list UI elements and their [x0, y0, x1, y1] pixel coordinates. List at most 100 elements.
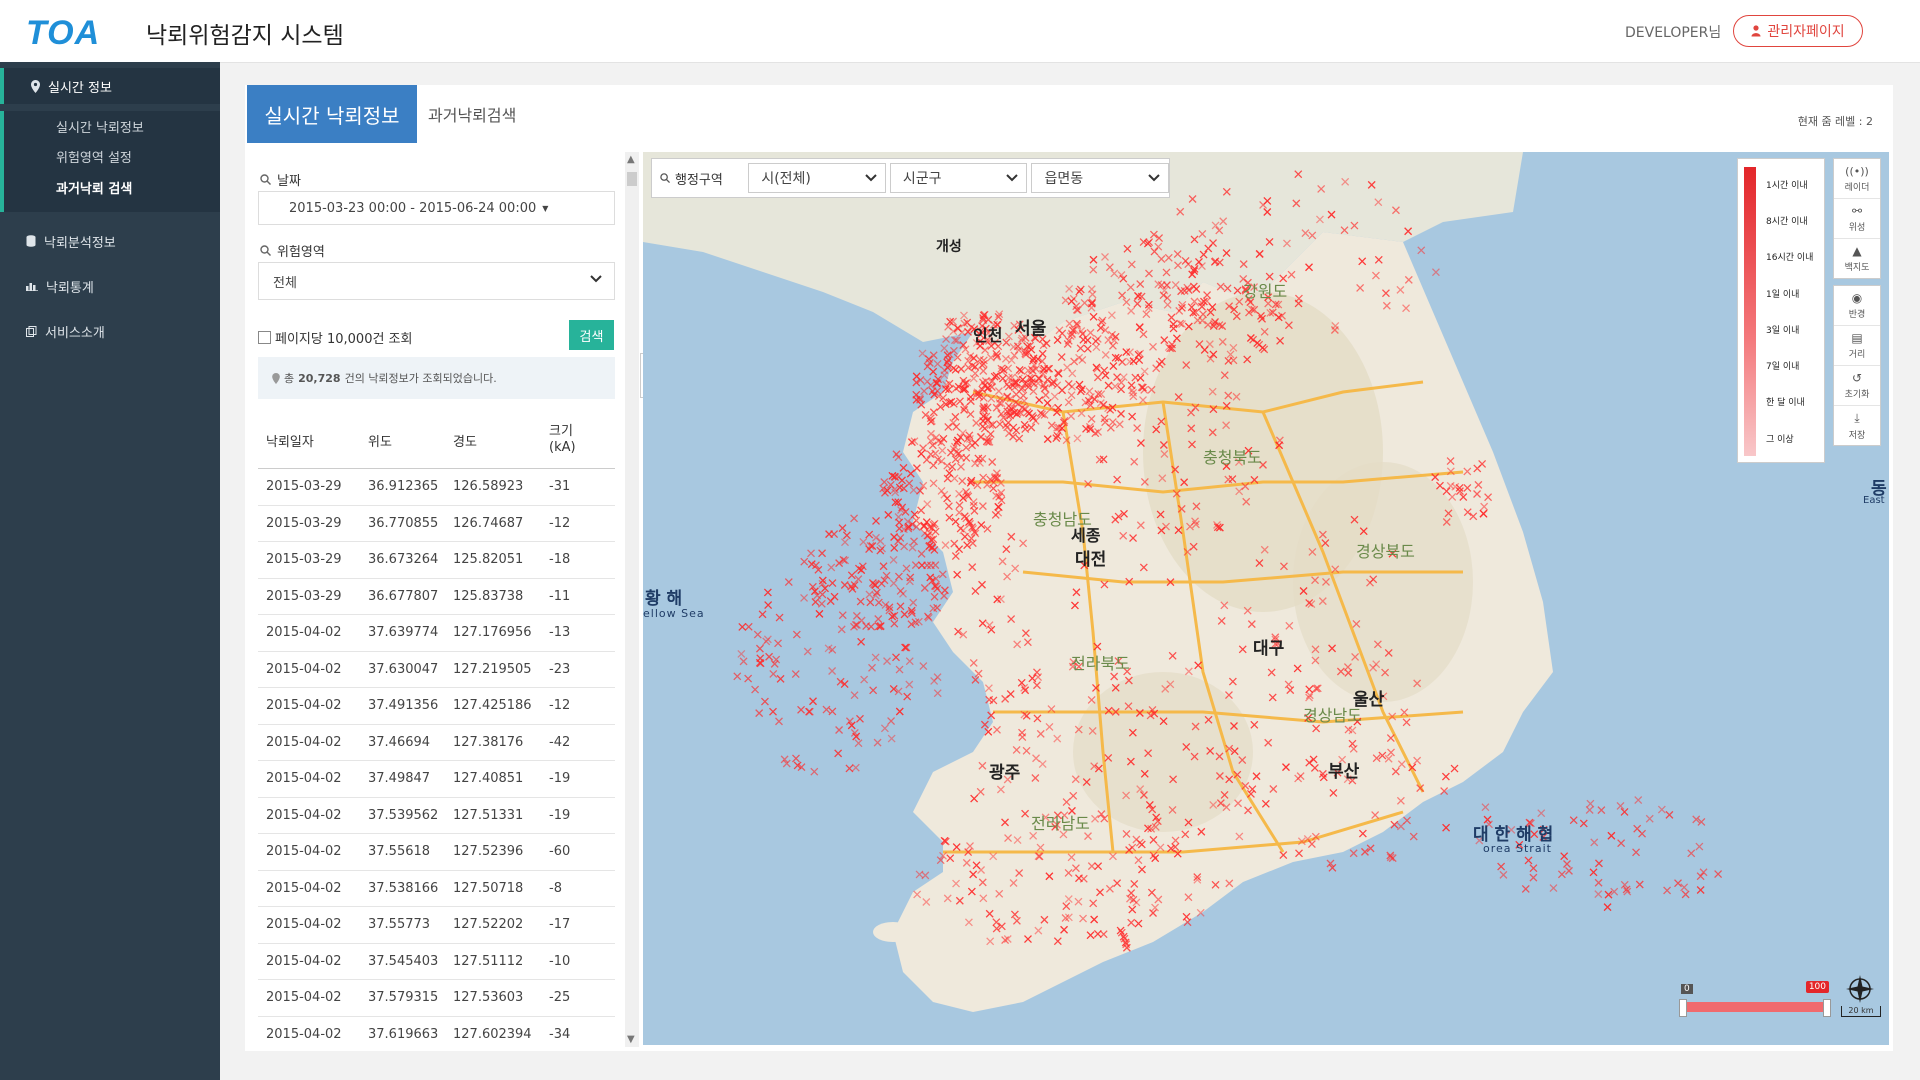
sidebar-item-realtime[interactable]: 실시간 정보 [0, 68, 220, 104]
cell-longitude: 127.602394 [453, 1026, 532, 1042]
sidebar-subitem-label: 과거낙뢰 검색 [56, 182, 133, 197]
page-size-option[interactable]: 페이지당 10,000건 조회 [258, 328, 412, 347]
cell-longitude: 125.82051 [453, 552, 524, 568]
col-size-label: 크기 [549, 424, 573, 439]
scale-label: 20 km [1848, 1006, 1874, 1015]
admin-region-label-row: 행정구역 [652, 169, 744, 188]
table-row[interactable]: 2015-04-02 37.538166 127.50718 -8 [258, 871, 615, 907]
sidebar-item-label: 낙뢰통계 [46, 280, 94, 296]
table-row[interactable]: 2015-03-29 36.912365 126.58923 -31 [258, 469, 615, 506]
table-row[interactable]: 2015-04-02 37.545403 127.51112 -10 [258, 944, 615, 980]
cell-date: 2015-03-29 [266, 479, 342, 495]
tab-realtime-lightning[interactable]: 실시간 낙뢰정보 [247, 85, 417, 143]
sidebar-item-intro[interactable]: 서비스소개 [0, 313, 220, 349]
table-row[interactable]: 2015-04-02 37.539562 127.51331 -19 [258, 798, 615, 834]
slider-handle-left[interactable] [1679, 999, 1687, 1017]
panel-scrollbar[interactable]: ▲ ▼ [625, 152, 639, 1047]
save-button[interactable]: ⤓ 저장 [1834, 406, 1880, 445]
sidebar-item-analysis[interactable]: 낙뢰분석정보 [0, 223, 220, 259]
table-row[interactable]: 2015-04-02 37.46694 127.38176 -42 [258, 725, 615, 761]
sidebar-item-realtime-lightning[interactable]: 실시간 낙뢰정보 [0, 111, 220, 141]
date-range-value: 2015-03-23 00:00 - 2015-06-24 00:00 [289, 200, 537, 216]
main-content: 실시간 낙뢰정보 과거낙뢰검색 현재 줌 레벨 : 2 날짜 2015-03-2… [245, 85, 1893, 1051]
table-row[interactable]: 2015-03-29 36.673264 125.82051 -18 [258, 542, 615, 579]
search-panel: 날짜 2015-03-23 00:00 - 2015-06-24 00:00 ▼… [247, 152, 617, 1047]
distance-label: 거리 [1848, 350, 1866, 360]
sidebar-item-stats[interactable]: 낙뢰통계 [0, 268, 220, 304]
reset-button[interactable]: ↺ 초기화 [1834, 366, 1880, 406]
blank-map-button[interactable]: ▲ 백지도 [1834, 239, 1880, 278]
date-range-picker[interactable]: 2015-03-23 00:00 - 2015-06-24 00:00 ▼ [258, 191, 615, 225]
intensity-slider[interactable]: 0 100 [1679, 981, 1831, 1024]
search-button[interactable]: 검색 [569, 320, 614, 350]
chevron-down-icon [590, 275, 602, 283]
search-icon [660, 173, 670, 183]
sigungu-select[interactable]: 시군구 [889, 163, 1028, 193]
cell-latitude: 37.491356 [368, 698, 439, 714]
risk-area-value: 전체 [273, 275, 297, 291]
city-label-daegu: 대구 [1253, 639, 1285, 659]
sidebar: 실시간 정보 실시간 낙뢰정보 위험영역 설정 과거낙뢰 검색 낙뢰분석정보 낙… [0, 62, 220, 1080]
radar-button[interactable]: ((•)) 레이더 [1834, 159, 1880, 199]
sidebar-item-past-search[interactable]: 과거낙뢰 검색 [0, 171, 220, 212]
slider-handle-right[interactable] [1823, 999, 1831, 1017]
radius-label: 반경 [1848, 310, 1866, 320]
cell-latitude: 36.912365 [368, 479, 439, 495]
tab-past-search[interactable]: 과거낙뢰검색 [428, 85, 516, 143]
col-lat-header[interactable]: 위도 [368, 431, 453, 450]
logo[interactable]: TOA [26, 14, 100, 53]
city-label-busan: 부산 [1328, 762, 1360, 782]
lightning-map[interactable]: 개성 인천 서울 세종 대전 대구 광주 울산 부산 강원도 충청북도 충청남도… [643, 152, 1889, 1045]
cell-date: 2015-03-29 [266, 515, 342, 531]
table-row[interactable]: 2015-03-29 36.770855 126.74687 -12 [258, 506, 615, 542]
table-row[interactable]: 2015-04-02 37.579315 127.53603 -25 [258, 980, 615, 1017]
col-lon-header[interactable]: 경도 [453, 431, 546, 450]
city-label-gwangju: 광주 [989, 763, 1021, 783]
table-body: 2015-03-29 36.912365 126.58923 -31 2015-03-2… [258, 469, 615, 1047]
cell-size: -18 [549, 552, 571, 568]
table-row[interactable]: 2015-04-02 37.55773 127.52202 -17 [258, 907, 615, 944]
col-date-header[interactable]: 낙뢰일자 [258, 431, 368, 450]
table-row[interactable]: 2015-04-02 37.639774 127.176956 -13 [258, 615, 615, 652]
sido-select[interactable]: 시(전체) [748, 163, 886, 193]
navigation-icon: ▲ [1852, 244, 1862, 258]
cell-latitude: 37.538166 [368, 880, 439, 896]
cell-date: 2015-04-02 [266, 771, 342, 787]
table-row[interactable]: 2015-04-02 37.491356 127.425186 -12 [258, 688, 615, 725]
risk-area-select[interactable]: 전체 [258, 262, 615, 300]
legend-item: 16시간 이내 [1766, 253, 1814, 263]
cell-date: 2015-04-02 [266, 1026, 342, 1042]
col-size-header[interactable]: 크기 (kA) [546, 424, 606, 456]
admin-page-label: 관리자페이지 [1767, 24, 1845, 40]
sidebar-item-risk-area[interactable]: 위험영역 설정 [0, 141, 220, 171]
satellite-button[interactable]: ⚯ 위성 [1834, 199, 1880, 239]
table-row[interactable]: 2015-04-02 37.55618 127.52396 -60 [258, 834, 615, 871]
cell-longitude: 127.52396 [453, 844, 524, 860]
eupmyeondong-select[interactable]: 읍면동 [1031, 163, 1170, 193]
scroll-down-icon[interactable]: ▼ [627, 1034, 635, 1045]
scroll-up-icon[interactable]: ▲ [627, 154, 635, 165]
cell-size: -10 [549, 953, 571, 969]
cell-longitude: 127.425186 [453, 698, 532, 714]
table-row[interactable]: 2015-04-02 37.630047 127.219505 -23 [258, 652, 615, 688]
cell-size: -60 [549, 844, 571, 860]
database-icon [26, 235, 36, 247]
scrollbar-thumb[interactable] [627, 172, 637, 186]
radius-button[interactable]: ◉ 반경 [1834, 286, 1880, 326]
table-row[interactable]: 2015-04-02 37.619663 127.602394 -34 [258, 1017, 615, 1048]
cell-latitude: 37.579315 [368, 990, 439, 1006]
distance-button[interactable]: ▤ 거리 [1834, 326, 1880, 366]
page-size-checkbox[interactable] [258, 331, 271, 344]
legend-color-bar [1744, 167, 1756, 456]
result-suffix: 건의 낙뢰정보가 조회되었습니다. [344, 372, 497, 385]
table-row[interactable]: 2015-04-02 37.49847 127.40851 -19 [258, 761, 615, 798]
cell-latitude: 37.55618 [368, 844, 431, 860]
cell-size: -34 [549, 1026, 571, 1042]
table-row[interactable]: 2015-03-29 36.677807 125.83738 -11 [258, 579, 615, 615]
slider-min-label: 0 [1681, 984, 1693, 994]
admin-page-button[interactable]: 관리자페이지 [1733, 15, 1863, 47]
cell-date: 2015-04-02 [266, 917, 342, 933]
slider-track[interactable] [1681, 1002, 1829, 1012]
cell-size: -19 [549, 807, 571, 823]
cell-latitude: 37.49847 [368, 771, 431, 787]
